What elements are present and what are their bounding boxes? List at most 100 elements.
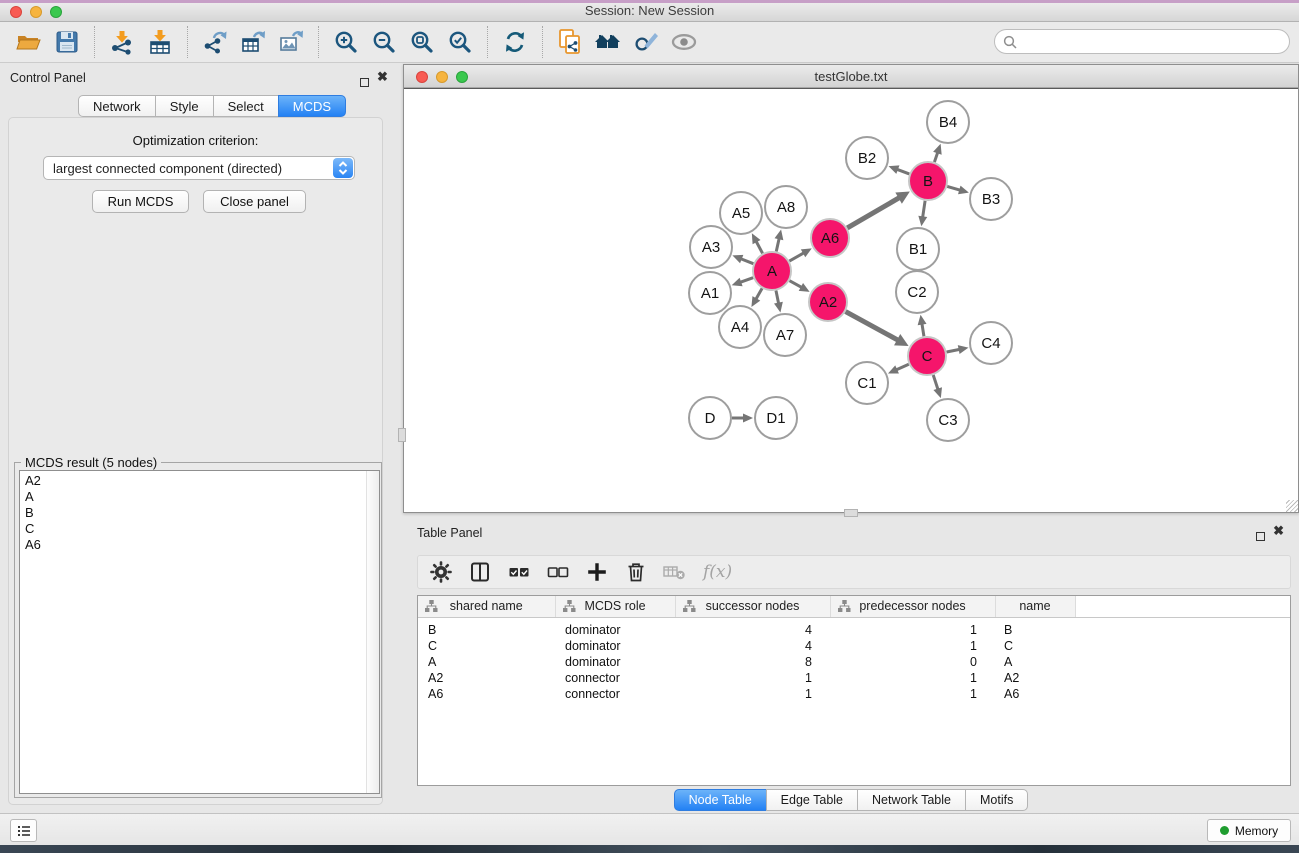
graph-edge-A-A6[interactable] [789,248,811,261]
node-table[interactable]: shared nameMCDS rolesuccessor nodesprede… [417,595,1291,786]
vertical-splitter-handle[interactable] [398,428,406,442]
zoom-out-icon[interactable] [365,25,403,59]
network-canvas[interactable]: B4B2BB3A5A8A6B1A3AC2A1A2A4A7C4CC1C3DD1 [404,88,1298,512]
graph-edge-A-A3[interactable] [732,255,753,264]
graph-edge-A-A8[interactable] [775,229,784,251]
save-session-icon[interactable] [48,25,86,59]
graph-edge-A6-B[interactable] [847,192,910,228]
delete-table-icon[interactable] [660,557,690,587]
show-details-eye-icon[interactable] [665,25,703,59]
graph-node-B1[interactable]: B1 [897,228,939,270]
float-panel-icon[interactable] [360,74,369,92]
graph-node-B4[interactable]: B4 [927,101,969,143]
function-builder-icon[interactable]: f(x) [699,562,732,582]
deselect-all-rows-icon[interactable] [543,557,573,587]
graph-node-A2[interactable]: A2 [809,283,847,321]
graph-edge-A-A2[interactable] [789,281,809,292]
graph-edge-D-D1[interactable] [732,414,753,423]
toggle-annotations-icon[interactable] [627,25,665,59]
home-icon[interactable] [589,25,627,59]
graph-edge-C-C3[interactable] [933,375,942,398]
close-panel-icon[interactable]: ✖ [377,71,388,83]
table-row[interactable]: Cdominator41C [418,638,1290,654]
mcds-result-list[interactable]: A2ABCA6 [19,470,380,794]
graph-edge-B-B1[interactable] [918,201,927,226]
mcds-result-item[interactable]: A6 [20,537,379,553]
graph-node-C1[interactable]: C1 [846,362,888,404]
import-table-icon[interactable] [141,25,179,59]
resize-grip-icon[interactable] [1286,500,1298,512]
graph-node-A6[interactable]: A6 [811,219,849,257]
delete-column-trash-icon[interactable] [621,557,651,587]
create-column-add-icon[interactable] [582,557,612,587]
table-row[interactable]: Bdominator41B [418,622,1290,638]
scrollbar-track[interactable] [366,471,379,793]
search-input[interactable] [1017,32,1289,52]
search-box[interactable] [994,29,1290,54]
table-row[interactable]: Adominator80A [418,654,1290,670]
mcds-result-item[interactable]: A [20,489,379,505]
tab-style[interactable]: Style [155,95,214,117]
graph-edge-A-A4[interactable] [751,288,762,307]
graph-node-A8[interactable]: A8 [765,186,807,228]
graph-edge-B-B2[interactable] [889,165,910,174]
graph-edge-C-C1[interactable] [888,364,909,373]
tab-select[interactable]: Select [213,95,279,117]
graph-node-B3[interactable]: B3 [970,178,1012,220]
table-tab-edge-table[interactable]: Edge Table [766,789,858,811]
apply-layout-icon[interactable] [496,25,534,59]
table-settings-gear-icon[interactable] [426,557,456,587]
graph-edge-C-C4[interactable] [947,345,969,354]
column-header-predecessor-nodes[interactable]: predecessor nodes [830,596,995,617]
graph-node-A[interactable]: A [753,252,791,290]
network-window-titlebar[interactable]: testGlobe.txt [404,65,1298,88]
graph-node-A4[interactable]: A4 [719,306,761,348]
column-header-MCDS-role[interactable]: MCDS role [555,596,675,617]
table-tab-node-table[interactable]: Node Table [674,789,767,811]
graph-node-C3[interactable]: C3 [927,399,969,441]
graph-node-D[interactable]: D [689,397,731,439]
show-columns-icon[interactable] [465,557,495,587]
graph-edge-C-C2[interactable] [918,315,927,337]
column-header-successor-nodes[interactable]: successor nodes [675,596,830,617]
task-history-button[interactable] [10,819,37,842]
export-image-icon[interactable] [272,25,310,59]
close-table-panel-icon[interactable]: ✖ [1273,525,1284,537]
mcds-result-item[interactable]: C [20,521,379,537]
column-header-name[interactable]: name [995,596,1075,617]
graph-node-B2[interactable]: B2 [846,137,888,179]
table-tab-motifs[interactable]: Motifs [965,789,1028,811]
graph-edge-A-A7[interactable] [774,291,783,313]
mcds-result-item[interactable]: A2 [20,473,379,489]
import-network-icon[interactable] [103,25,141,59]
table-row[interactable]: A2connector11A2 [418,670,1290,686]
column-header-shared-name[interactable]: shared name [418,596,555,617]
tab-mcds[interactable]: MCDS [278,95,346,117]
zoom-in-icon[interactable] [327,25,365,59]
run-mcds-button[interactable]: Run MCDS [92,190,189,213]
graph-edge-A-A5[interactable] [752,233,763,253]
export-table-icon[interactable] [234,25,272,59]
horizontal-splitter-handle[interactable] [844,509,858,517]
graph-edge-A2-C[interactable] [846,312,909,346]
graph-edge-B-B4[interactable] [933,144,942,162]
zoom-fit-icon[interactable] [403,25,441,59]
graph-node-B[interactable]: B [909,162,947,200]
criterion-dropdown[interactable]: largest connected component (directed) [43,156,355,180]
graph-node-A1[interactable]: A1 [689,272,731,314]
graph-node-A7[interactable]: A7 [764,314,806,356]
graph-node-A5[interactable]: A5 [720,192,762,234]
export-network-icon[interactable] [196,25,234,59]
open-session-icon[interactable] [10,25,48,59]
graph-node-D1[interactable]: D1 [755,397,797,439]
zoom-selected-icon[interactable] [441,25,479,59]
tab-network[interactable]: Network [78,95,156,117]
graph-node-A3[interactable]: A3 [690,226,732,268]
float-table-panel-icon[interactable] [1256,528,1265,546]
close-panel-button[interactable]: Close panel [203,190,306,213]
table-row[interactable]: A6connector11A6 [418,686,1290,702]
graph-node-C4[interactable]: C4 [970,322,1012,364]
clone-network-icon[interactable] [551,25,589,59]
graph-edge-A-A1[interactable] [732,278,753,287]
select-all-rows-icon[interactable] [504,557,534,587]
